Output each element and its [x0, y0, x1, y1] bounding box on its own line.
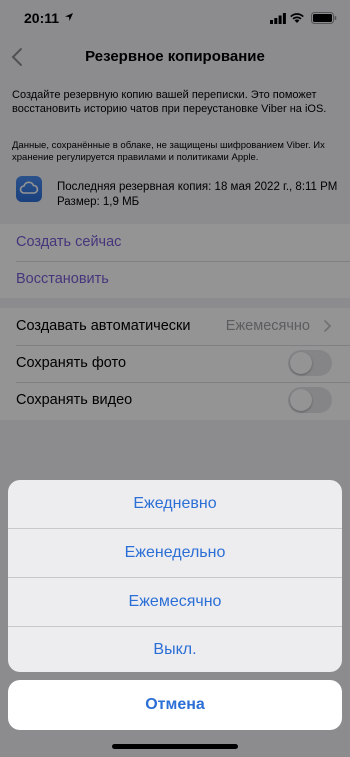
frequency-action-sheet: Ежедневно Еженедельно Ежемесячно Выкл. [8, 480, 342, 672]
option-daily[interactable]: Ежедневно [8, 480, 342, 528]
home-indicator[interactable] [112, 744, 238, 749]
option-off[interactable]: Выкл. [8, 626, 342, 672]
cancel-button[interactable]: Отмена [8, 680, 342, 730]
option-monthly[interactable]: Ежемесячно [8, 578, 342, 626]
option-weekly[interactable]: Еженедельно [8, 529, 342, 577]
